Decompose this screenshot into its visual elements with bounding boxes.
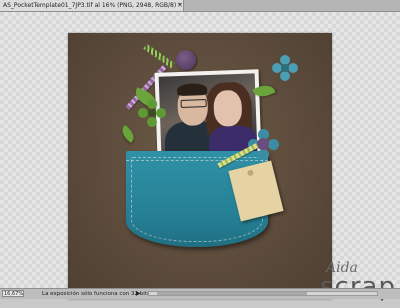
canvas-workspace[interactable]: Aida scrap: [0, 12, 400, 300]
ricrac-decoration: [143, 43, 175, 69]
aida-scrap-watermark: Aida scrap: [316, 260, 400, 308]
scrapbook-page[interactable]: [68, 33, 332, 299]
scrollbar-thumb[interactable]: [157, 292, 307, 295]
button-embellishment: [176, 50, 196, 70]
green-flower: [138, 99, 166, 127]
blue-flower: [272, 55, 298, 81]
zoom-level-field[interactable]: 16,67%: [2, 290, 24, 297]
document-tab-title: AS_PocketTemplate01_7JP3.tif al 16% (PNG…: [3, 2, 182, 9]
document-tab[interactable]: AS_PocketTemplate01_7JP3.tif al 16% (PNG…: [0, 0, 184, 11]
couple-photo: [154, 69, 262, 159]
close-icon[interactable]: ×: [176, 0, 184, 11]
horizontal-scrollbar[interactable]: [148, 291, 378, 296]
leaf-decoration: [118, 125, 138, 143]
status-bar: 16,67% La exposición sólo funciona con 3…: [0, 288, 400, 299]
document-tab-bar: AS_PocketTemplate01_7JP3.tif al 16% (PNG…: [0, 0, 400, 12]
